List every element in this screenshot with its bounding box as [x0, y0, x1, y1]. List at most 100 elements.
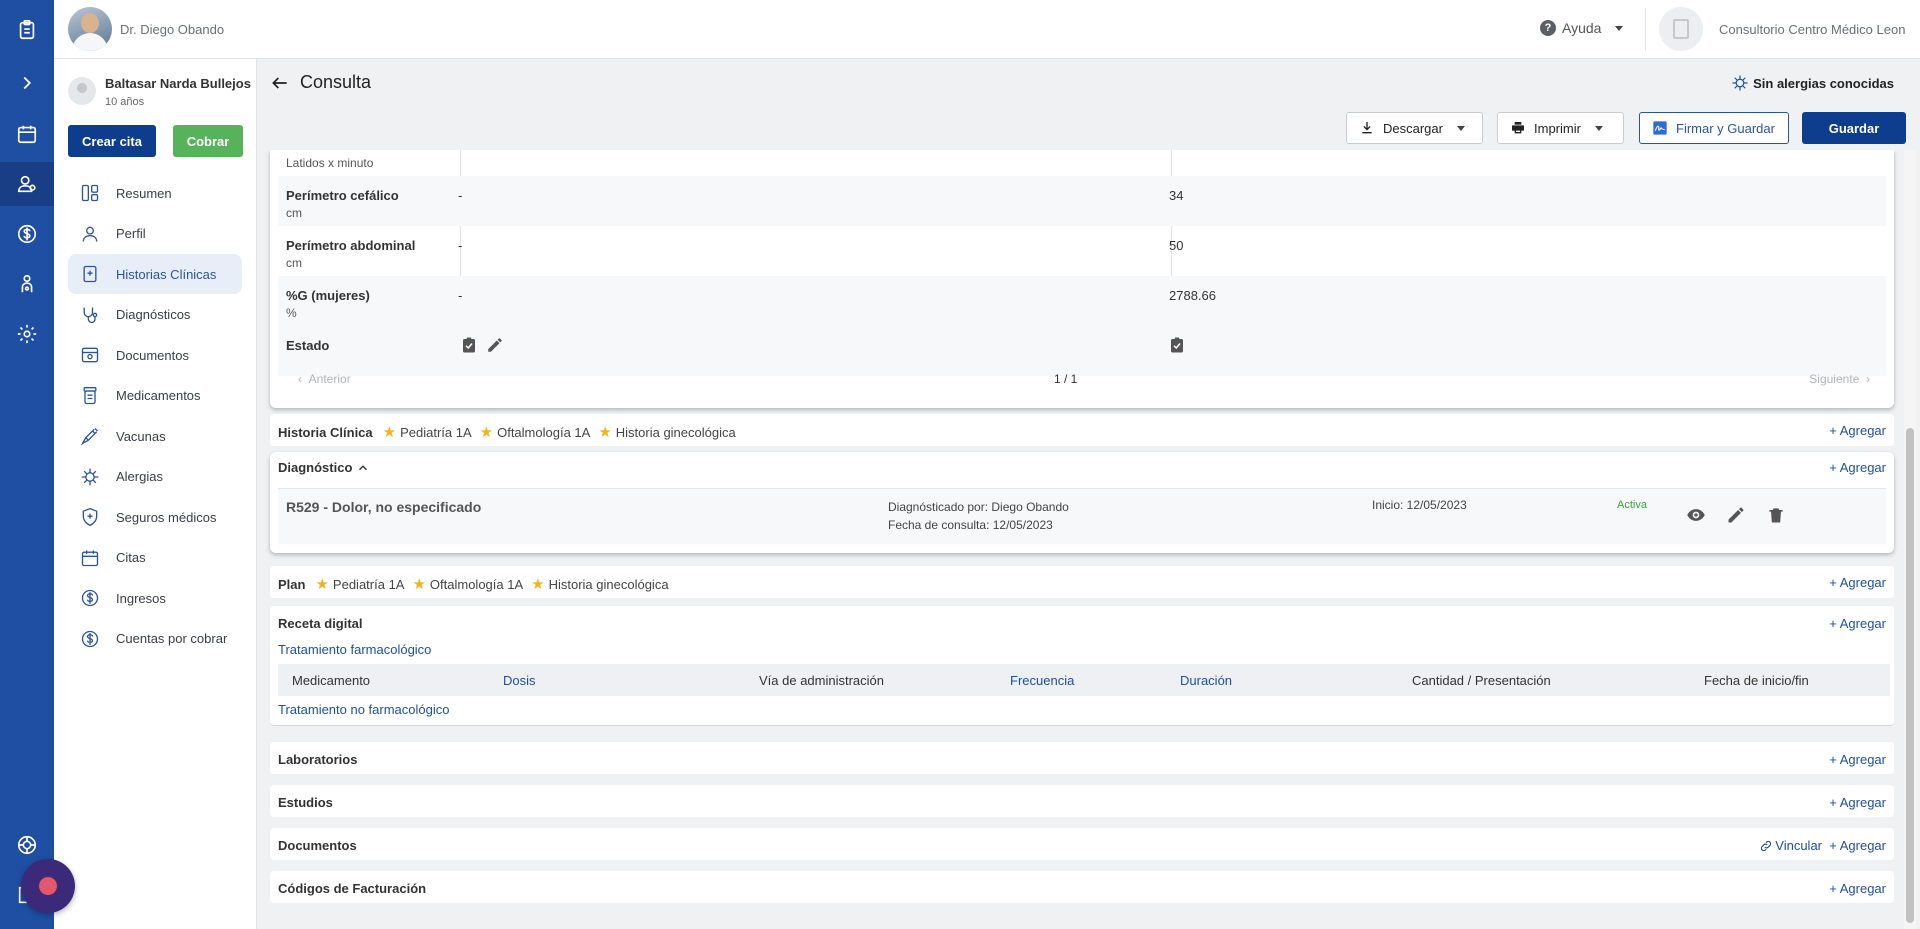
- chevron-down-icon: [1615, 25, 1624, 31]
- vital-label: Perímetro abdominal: [286, 238, 416, 253]
- allergy-icon: [81, 468, 99, 485]
- tag[interactable]: ★ Oftalmología 1A: [480, 423, 591, 441]
- calendar-icon[interactable]: [0, 112, 54, 156]
- back-arrow-icon[interactable]: [270, 73, 290, 93]
- record-floating-button[interactable]: [21, 859, 75, 913]
- column-header-dose[interactable]: Dosis: [503, 673, 536, 688]
- scrollbar-thumb[interactable]: [1906, 428, 1914, 923]
- medication-icon: [83, 386, 97, 404]
- previous-page-button[interactable]: ‹ Anterior: [298, 372, 351, 386]
- clipboard-icon[interactable]: [0, 8, 54, 52]
- sidebar-item-ingresos[interactable]: Ingresos: [68, 578, 242, 618]
- consultation-scroll-area[interactable]: Latidos x minuto Perímetro cefálico cm -…: [258, 150, 1900, 929]
- clipboard-check-icon[interactable]: [1168, 336, 1186, 354]
- pharmacological-treatment-link[interactable]: Tratamiento farmacológico: [278, 642, 431, 657]
- tag[interactable]: ★ Historia ginecológica: [598, 423, 735, 441]
- tag-label: Historia ginecológica: [548, 576, 669, 592]
- sidebar-item-perfil[interactable]: Perfil: [68, 214, 242, 254]
- view-eye-icon[interactable]: [1686, 505, 1706, 525]
- sidebar-item-label: Perfil: [116, 226, 146, 241]
- chevron-down-icon: [1456, 125, 1465, 131]
- vital-signs-card: Latidos x minuto Perímetro cefálico cm -…: [270, 150, 1894, 408]
- vital-label: Estado: [286, 338, 330, 353]
- tag[interactable]: ★ Oftalmología 1A: [412, 575, 523, 593]
- plan-section: Plan ★ Pediatría 1A ★ Oftalmología 1A ★ His…: [270, 566, 1894, 598]
- sidebar-item-resumen[interactable]: Resumen: [68, 173, 242, 213]
- edit-pencil-icon[interactable]: [1726, 505, 1746, 525]
- vital-current-value: 34: [1169, 188, 1184, 203]
- clinic-name[interactable]: Consultorio Centro Médico Leon: [1719, 22, 1905, 37]
- sidebar-item-vacunas[interactable]: Vacunas: [68, 416, 242, 456]
- add-study-link[interactable]: + Agregar: [1829, 795, 1886, 810]
- tag-label: Pediatría 1A: [400, 424, 472, 440]
- summary-icon: [81, 184, 99, 202]
- vertical-scrollbar[interactable]: [1904, 150, 1916, 929]
- prescription-title: Receta digital: [278, 616, 363, 631]
- sidebar-item-documentos[interactable]: Documentos: [68, 335, 242, 375]
- download-button[interactable]: Descargar: [1346, 112, 1483, 144]
- sidebar-item-diagnosticos[interactable]: Diagnósticos: [68, 295, 242, 335]
- link-document-button[interactable]: Vincular: [1759, 838, 1822, 853]
- clinical-history-section: Historia Clínica ★ Pediatría 1A ★ Oftalmol…: [270, 414, 1894, 446]
- sidebar-item-alergias[interactable]: Alergias: [68, 457, 242, 497]
- sidebar-item-medicamentos[interactable]: Medicamentos: [68, 376, 242, 416]
- help-question-icon: ?: [1540, 20, 1556, 36]
- section-title[interactable]: Diagnóstico: [278, 460, 370, 475]
- link-document-label: Vincular: [1775, 838, 1822, 853]
- tag-label: Oftalmología 1A: [497, 424, 591, 440]
- charge-button[interactable]: Cobrar: [173, 125, 243, 157]
- add-document-link[interactable]: + Agregar: [1829, 838, 1886, 853]
- tag[interactable]: ★ Pediatría 1A: [315, 575, 404, 593]
- diagnosis-actions: [1686, 505, 1786, 525]
- vital-label: %G (mujeres): [286, 288, 370, 303]
- tag[interactable]: ★ Pediatría 1A: [383, 423, 472, 441]
- sidebar-item-citas[interactable]: Citas: [68, 538, 242, 578]
- allergy-status: Sin alergias conocidas: [1731, 74, 1894, 92]
- create-appointment-button[interactable]: Crear cita: [68, 125, 156, 157]
- settings-gear-icon[interactable]: [0, 312, 54, 356]
- next-page-button[interactable]: Siguiente ›: [1809, 372, 1870, 386]
- non-pharmacological-treatment-link[interactable]: Tratamiento no farmacológico: [278, 702, 450, 717]
- insurance-icon: [82, 507, 98, 527]
- add-clinical-history-link[interactable]: + Agregar: [1829, 423, 1886, 438]
- billing-dollar-icon[interactable]: [0, 212, 54, 256]
- dollar-icon: [81, 589, 99, 607]
- tag-label: Historia ginecológica: [615, 424, 736, 440]
- doctor-name[interactable]: Dr. Diego Obando: [120, 22, 224, 37]
- patient-nav: Resumen Perfil Historias Clínicas Diagnó…: [68, 173, 242, 659]
- sidebar-item-cuentas-por-cobrar[interactable]: Cuentas por cobrar: [68, 619, 242, 659]
- sign-and-save-button[interactable]: Firmar y Guardar: [1639, 112, 1789, 144]
- sidebar-item-seguros-medicos[interactable]: Seguros médicos: [68, 497, 242, 537]
- column-header-duration[interactable]: Duración: [1180, 673, 1232, 688]
- main-content: Consulta Sin alergias conocidas Descarga…: [258, 59, 1916, 929]
- expand-chevron-icon[interactable]: [0, 61, 54, 105]
- column-header-frequency[interactable]: Frecuencia: [1010, 673, 1074, 688]
- patients-icon[interactable]: [0, 162, 54, 206]
- add-billing-code-link[interactable]: + Agregar: [1829, 881, 1886, 896]
- clipboard-check-icon[interactable]: [460, 336, 478, 354]
- doctor-icon[interactable]: [0, 262, 54, 306]
- diagnosis-section: Diagnóstico + Agregar R529 - Dolor, no e…: [270, 452, 1894, 553]
- clinic-building-icon[interactable]: [1659, 7, 1703, 51]
- tag[interactable]: ★ Historia ginecológica: [531, 575, 668, 593]
- help-menu[interactable]: ? Ayuda: [1540, 20, 1624, 36]
- delete-trash-icon[interactable]: [1766, 505, 1786, 525]
- sidebar-item-label: Diagnósticos: [116, 307, 191, 322]
- sidebar-item-historias-clinicas[interactable]: Historias Clínicas: [68, 254, 242, 294]
- diagnosed-by: Diagnósticado por: Diego Obando: [888, 500, 1069, 514]
- add-diagnosis-link[interactable]: + Agregar: [1829, 460, 1886, 475]
- add-plan-link[interactable]: + Agregar: [1829, 575, 1886, 590]
- vital-row: Estado: [278, 326, 1886, 376]
- doctor-avatar[interactable]: [68, 7, 112, 51]
- section-title: Plan ★ Pediatría 1A ★ Oftalmología 1A ★ His…: [278, 575, 677, 593]
- add-prescription-link[interactable]: + Agregar: [1829, 616, 1886, 631]
- studies-section: Estudios + Agregar: [270, 785, 1894, 817]
- vital-unit: Latidos x minuto: [286, 156, 374, 170]
- vital-row: %G (mujeres) % - 2788.66: [278, 276, 1886, 326]
- edit-pencil-icon[interactable]: [486, 336, 504, 354]
- add-laboratory-link[interactable]: + Agregar: [1829, 752, 1886, 767]
- diagnosis-code: R529 - Dolor, no especificado: [286, 499, 482, 515]
- print-button[interactable]: Imprimir: [1497, 112, 1624, 144]
- column-header-route: Vía de administración: [759, 673, 885, 688]
- save-button[interactable]: Guardar: [1802, 112, 1906, 144]
